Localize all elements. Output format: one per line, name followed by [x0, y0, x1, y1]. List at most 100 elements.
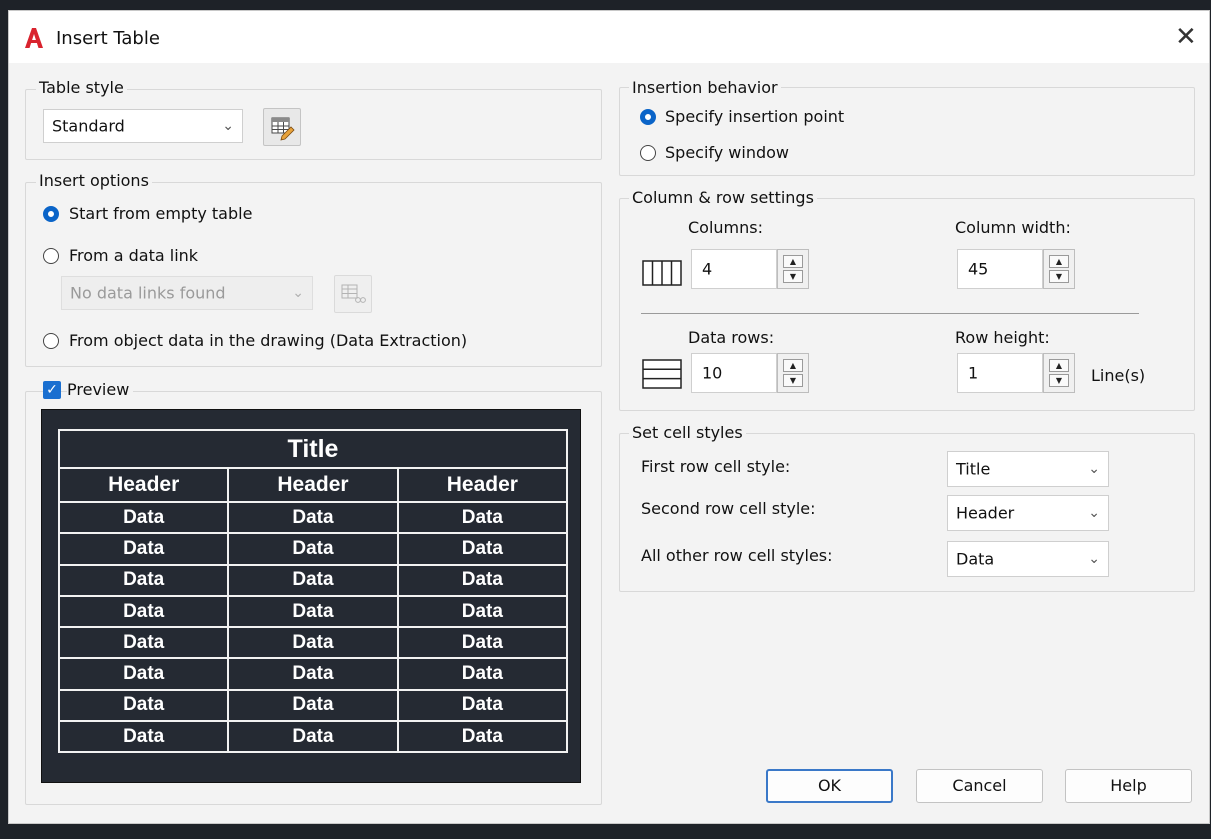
preview-data-cell: Data — [227, 563, 399, 597]
preview-data-cell: Data — [396, 626, 569, 660]
cancel-button[interactable]: Cancel — [916, 769, 1043, 803]
second-row-style-label: Second row cell style: — [641, 499, 816, 518]
other-rows-style-select[interactable]: Data ⌄ — [947, 541, 1109, 577]
window-title: Insert Table — [56, 28, 160, 49]
ok-button[interactable]: OK — [766, 769, 893, 803]
columns-icon — [642, 260, 682, 286]
spin-up-icon[interactable]: ▲ — [1049, 359, 1069, 372]
data-link-value: No data links found — [70, 283, 226, 303]
preview-header-cell: Header — [227, 467, 399, 503]
row-height-value: 1 — [968, 363, 979, 383]
chevron-down-icon: ⌄ — [292, 285, 304, 301]
preview-data-cell: Data — [227, 720, 399, 754]
specify-window-label: Specify window — [665, 143, 790, 162]
spin-up-icon[interactable]: ▲ — [1049, 255, 1069, 268]
insertion-behavior-group — [619, 87, 1195, 176]
preview-data-row: Data Data Data — [57, 500, 569, 535]
columns-value: 4 — [702, 259, 713, 279]
spin-down-icon[interactable]: ▼ — [783, 270, 803, 283]
preview-data-cell: Data — [227, 626, 399, 660]
data-rows-input[interactable]: 10 — [691, 353, 777, 393]
insert-options-legend: Insert options — [36, 171, 152, 190]
column-row-legend: Column & row settings — [629, 188, 817, 207]
spin-down-icon[interactable]: ▼ — [783, 374, 803, 387]
preview-data-cell: Data — [57, 563, 230, 597]
cell-styles-legend: Set cell styles — [629, 423, 746, 442]
radio-data-link[interactable] — [43, 248, 59, 264]
chevron-down-icon: ⌄ — [1088, 505, 1100, 521]
close-icon[interactable]: ✕ — [1175, 22, 1197, 52]
settings-divider — [641, 313, 1139, 314]
radio-data-extraction[interactable] — [43, 333, 59, 349]
column-width-spinner[interactable]: ▲ ▼ — [1043, 249, 1075, 289]
radio-empty-table[interactable] — [43, 206, 59, 222]
preview-title-cell: Title — [58, 429, 568, 469]
table-style-select[interactable]: Standard ⌄ — [43, 109, 243, 143]
first-row-style-value: Title — [956, 459, 991, 479]
second-row-style-value: Header — [956, 503, 1015, 523]
column-width-value: 45 — [968, 259, 989, 279]
table-style-legend: Table style — [36, 78, 127, 97]
spin-up-icon[interactable]: ▲ — [783, 255, 803, 268]
insert-table-dialog: Insert Table ✕ Table style Standard ⌄ In… — [8, 10, 1210, 824]
preview-data-cell: Data — [57, 657, 230, 691]
radio-insertion-point[interactable] — [640, 109, 656, 125]
columns-input[interactable]: 4 — [691, 249, 777, 289]
title-bar: Insert Table ✕ — [9, 11, 1209, 63]
row-height-unit: Line(s) — [1091, 366, 1146, 385]
autocad-logo-icon — [25, 28, 43, 48]
columns-label: Columns: — [688, 218, 763, 237]
other-rows-style-value: Data — [956, 549, 995, 569]
spin-down-icon[interactable]: ▼ — [1049, 270, 1069, 283]
empty-table-label: Start from empty table — [69, 204, 253, 223]
row-height-input[interactable]: 1 — [957, 353, 1043, 393]
columns-spinner[interactable]: ▲ ▼ — [777, 249, 809, 289]
preview-table: Title Header Header Header Data Data Data … — [57, 429, 569, 754]
data-link-select[interactable]: No data links found ⌄ — [61, 276, 313, 310]
preview-data-row: Data Data Data — [57, 532, 569, 566]
preview-data-row: Data Data Data — [57, 594, 569, 629]
preview-data-cell: Data — [227, 500, 399, 535]
insertion-behavior-legend: Insertion behavior — [629, 78, 781, 97]
table-style-edit-button[interactable] — [263, 108, 301, 146]
column-width-input[interactable]: 45 — [957, 249, 1043, 289]
help-button[interactable]: Help — [1065, 769, 1192, 803]
preview-data-cell: Data — [57, 720, 230, 754]
first-row-style-select[interactable]: Title ⌄ — [947, 451, 1109, 487]
preview-data-cell: Data — [57, 626, 230, 660]
insertion-point-label: Specify insertion point — [665, 107, 845, 126]
spin-up-icon[interactable]: ▲ — [783, 359, 803, 372]
data-link-label: From a data link — [69, 246, 199, 265]
preview-data-cell: Data — [227, 657, 399, 691]
preview-label: Preview — [67, 380, 134, 399]
other-rows-style-label: All other row cell styles: — [641, 546, 833, 565]
preview-data-cell: Data — [396, 532, 569, 566]
preview-data-cell: Data — [57, 500, 230, 535]
preview-data-cell: Data — [57, 688, 230, 723]
table-style-value: Standard — [52, 116, 125, 136]
data-link-icon — [341, 284, 366, 303]
preview-data-row: Data Data Data — [57, 563, 569, 597]
radio-specify-window[interactable] — [640, 145, 656, 161]
preview-data-cell: Data — [396, 563, 569, 597]
table-style-edit-icon — [271, 117, 295, 141]
row-height-spinner[interactable]: ▲ ▼ — [1043, 353, 1075, 393]
data-rows-spinner[interactable]: ▲ ▼ — [777, 353, 809, 393]
preview-data-row: Data Data Data — [57, 626, 569, 660]
preview-data-cell: Data — [396, 688, 569, 723]
preview-data-row: Data Data Data — [57, 688, 569, 723]
table-preview: Title Header Header Header Data Data Data … — [41, 409, 581, 783]
data-rows-value: 10 — [702, 363, 723, 383]
spin-down-icon[interactable]: ▼ — [1049, 374, 1069, 387]
preview-data-cell: Data — [227, 688, 399, 723]
preview-data-cell: Data — [57, 594, 230, 629]
data-rows-label: Data rows: — [688, 328, 775, 347]
column-width-label: Column width: — [955, 218, 1071, 237]
first-row-style-label: First row cell style: — [641, 457, 791, 476]
preview-header-cell: Header — [396, 467, 569, 503]
chevron-down-icon: ⌄ — [1088, 551, 1100, 567]
preview-checkbox[interactable]: ✓ — [43, 381, 61, 399]
preview-data-cell: Data — [396, 657, 569, 691]
data-link-manager-button[interactable] — [334, 275, 372, 313]
second-row-style-select[interactable]: Header ⌄ — [947, 495, 1109, 531]
